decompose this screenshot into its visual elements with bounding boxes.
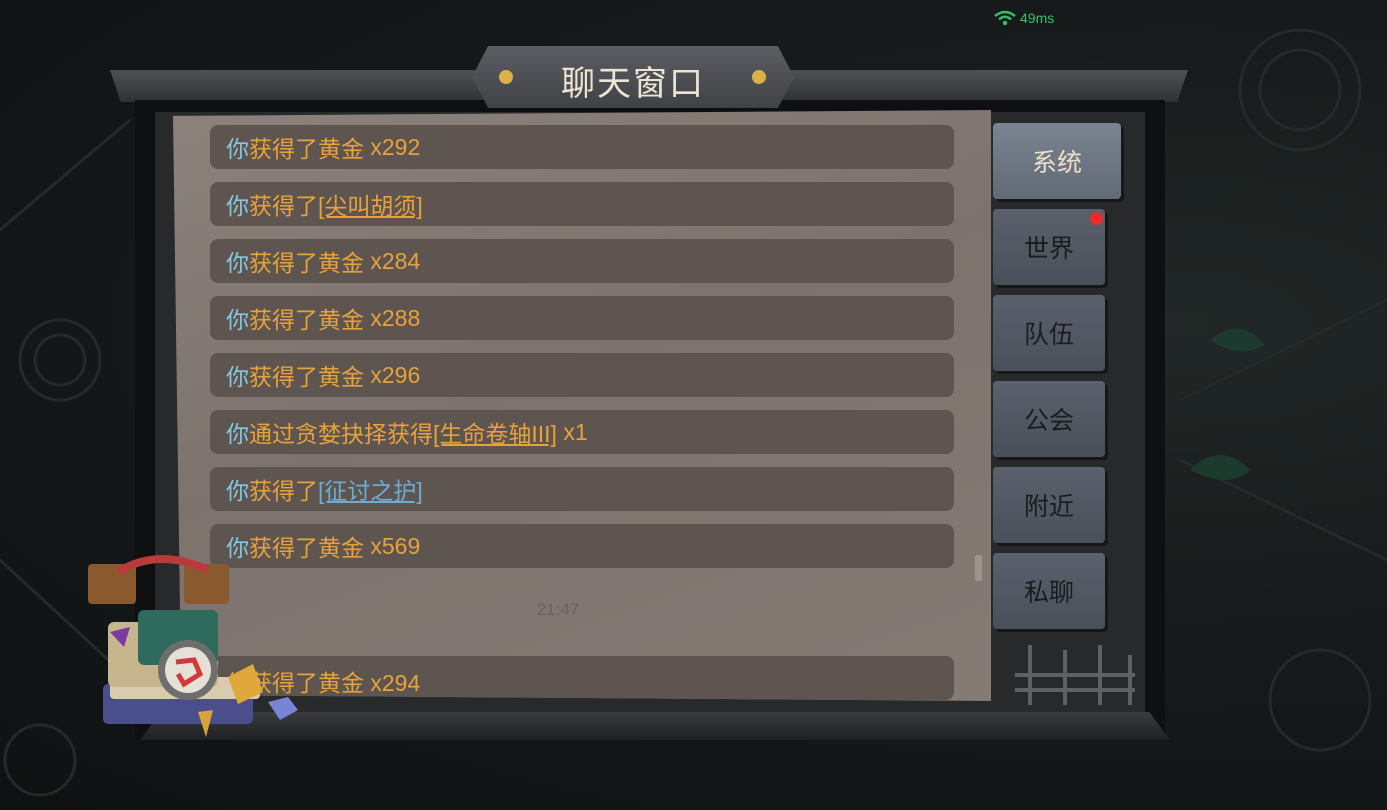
- message-text: 获得了黄金: [249, 250, 364, 276]
- tab-world[interactable]: 世界: [993, 209, 1105, 285]
- message-text: 获得了黄金: [249, 364, 364, 390]
- chat-message: 你 通过贪婪抉择获得 [生命卷轴III] x1: [210, 410, 954, 454]
- title-banner: 聊天窗口: [472, 46, 794, 108]
- message-text: 获得了黄金: [249, 136, 364, 162]
- chat-scrollbar[interactable]: [975, 555, 982, 581]
- notification-dot: [1090, 212, 1103, 225]
- tab-label: 公会: [1023, 407, 1074, 435]
- message-sender: 你: [226, 421, 249, 447]
- title-dot-right: [752, 70, 766, 84]
- item-link[interactable]: [尖叫胡须]: [318, 187, 423, 221]
- network-status: 49ms: [993, 10, 1054, 26]
- message-sender: 你: [226, 307, 249, 333]
- tab-label: 世界: [1023, 235, 1074, 263]
- ping-text: 49ms: [1020, 10, 1055, 26]
- message-quantity: x288: [364, 304, 421, 331]
- message-quantity: x284: [364, 247, 421, 274]
- message-quantity: x292: [364, 133, 421, 160]
- chat-message: 你 获得了 [征讨之护]: [210, 467, 954, 511]
- tab-label: 私聊: [1023, 579, 1074, 607]
- message-sender: 你: [226, 478, 249, 504]
- item-link[interactable]: [征讨之护]: [318, 472, 423, 506]
- chat-message: 你 获得了 [尖叫胡须]: [210, 182, 954, 226]
- channel-tabs: 系统 世界 队伍 公会 附近 私聊: [993, 123, 1121, 639]
- spellbook-chest-icon: [88, 555, 298, 737]
- message-quantity: x1: [556, 418, 588, 445]
- message-quantity: x296: [364, 361, 421, 388]
- message-quantity: x569: [364, 532, 421, 559]
- message-text: 获得了黄金: [249, 307, 364, 333]
- message-sender: 你: [226, 364, 249, 390]
- chat-message-partial: 你获得了黄金 x294: [210, 656, 954, 700]
- chat-message: 你 获得了黄金 x284: [210, 239, 954, 283]
- wifi-icon: [994, 10, 1016, 26]
- message-list: 你 获得了黄金 x292 你 获得了 [尖叫胡须] 你 获得了黄金 x284 你…: [210, 125, 954, 581]
- tab-team[interactable]: 队伍: [993, 295, 1105, 371]
- message-sender: 你: [226, 136, 249, 162]
- tab-private[interactable]: 私聊: [993, 553, 1105, 629]
- message-text: 获得了: [249, 478, 318, 504]
- window-title: 聊天窗口: [561, 65, 705, 103]
- tab-system[interactable]: 系统: [993, 123, 1121, 199]
- fence-decoration: [1015, 645, 1135, 705]
- tab-guild[interactable]: 公会: [993, 381, 1105, 457]
- chat-message: 你 获得了黄金 x296: [210, 353, 954, 397]
- item-link[interactable]: [生命卷轴III]: [433, 415, 557, 449]
- message-sender: 你: [226, 250, 249, 276]
- message-text: 获得了: [249, 193, 318, 219]
- chat-message: 你 获得了黄金 x292: [210, 125, 954, 169]
- tab-label: 队伍: [1023, 321, 1074, 349]
- chat-message: 你 获得了黄金 x288: [210, 296, 954, 340]
- tab-nearby[interactable]: 附近: [993, 467, 1105, 543]
- message-text: 通过贪婪抉择获得: [249, 421, 433, 447]
- message-sender: 你: [226, 193, 249, 219]
- chat-message: 你 获得了黄金 x569: [210, 524, 954, 568]
- tab-label: 附近: [1023, 493, 1074, 521]
- tab-label: 系统: [1031, 149, 1082, 177]
